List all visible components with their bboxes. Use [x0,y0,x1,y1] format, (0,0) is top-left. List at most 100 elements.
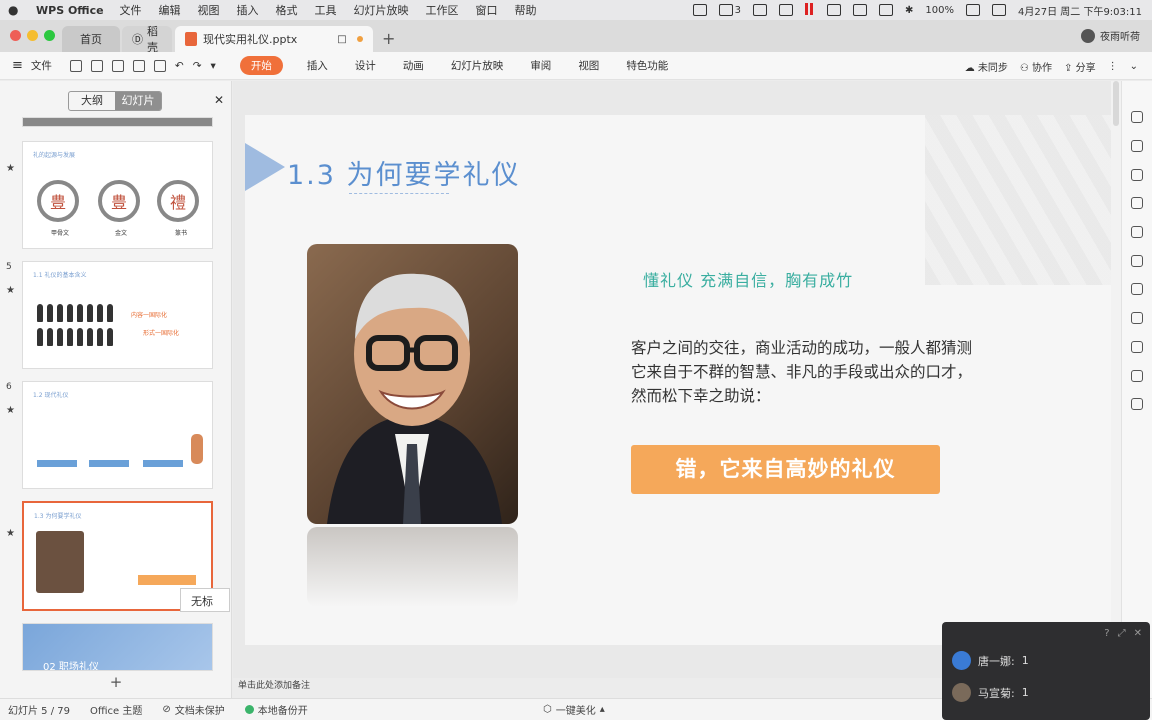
theme-name[interactable]: Office 主题 [90,702,142,717]
tab-home[interactable]: 首页 [62,26,120,52]
new-tab-button[interactable]: + [382,29,395,48]
dropdown-icon[interactable]: ▾ [211,60,216,72]
slide-canvas[interactable]: 1.3 为何要学礼仪 懂礼仪 充满自信，胸有成竹 客户之间的交往，商业活动的成功… [233,81,1111,678]
menu-insert[interactable]: 插入 [237,2,259,18]
preview-icon[interactable] [153,59,166,72]
redo-icon[interactable]: ↷ [193,60,202,72]
protect-status[interactable]: ⊘ 文档未保护 [162,702,224,717]
backup-status[interactable]: 本地备份开 [244,702,308,717]
template-icon[interactable] [1131,197,1143,209]
tab-animation[interactable]: 动画 [403,58,424,73]
file-menu[interactable]: 文件 [31,58,52,73]
menu-file[interactable]: 文件 [120,2,142,18]
volume-icon[interactable] [853,4,868,16]
collab-button[interactable]: ⚇ 协作 [1020,59,1052,74]
menu-slideshow[interactable]: 幻灯片放映 [354,2,409,18]
tab-docer[interactable]: Ⓓ 稻壳 [122,25,172,54]
minimize-window-icon[interactable] [27,30,38,41]
history-icon[interactable] [1131,312,1143,324]
settings-icon[interactable] [1131,283,1143,295]
format-icon[interactable] [1131,398,1143,410]
more-icon[interactable]: ⋮ [1108,61,1118,72]
slide-subtitle[interactable]: 懂礼仪 充满自信，胸有成竹 [643,267,853,291]
slide-title[interactable]: 1.3 为何要学礼仪 [287,153,521,192]
pin-icon[interactable] [1131,255,1143,267]
vertical-scrollbar[interactable] [1111,81,1121,678]
tab-slides[interactable]: 幻灯片 [115,92,161,110]
tab-special[interactable]: 特色功能 [626,58,668,73]
layers-icon[interactable] [1131,226,1143,238]
thumb-circle: 豊 [98,180,140,222]
battery-text[interactable]: 100% [925,5,954,16]
fill-icon[interactable] [1131,169,1143,181]
open-icon[interactable] [69,59,82,72]
tab-document[interactable]: 现代实用礼仪.pptx □ [175,26,373,52]
close-window-icon[interactable] [10,30,21,41]
chat-entry: 唐一娜: 1 [952,651,1029,670]
wps-tray-icon[interactable] [692,4,707,16]
close-panel-icon[interactable]: ✕ [214,93,224,107]
input-method-icon[interactable] [879,4,894,16]
cube-icon[interactable] [1131,370,1143,382]
tab-review[interactable]: 审阅 [530,58,551,73]
notification-badge[interactable]: 3 [718,4,741,16]
menu-window[interactable]: 窗口 [476,2,498,18]
beautify-button[interactable]: ⬡ 一键美化 ▴ [543,702,605,717]
menu-format[interactable]: 格式 [276,2,298,18]
thumb-caption: 篆书 [175,230,188,237]
undo-icon[interactable]: ↶ [175,60,184,72]
slide-body-text[interactable]: 客户之间的交往，商业活动的成功，一般人都猜测它来自于不群的智慧、非凡的手段或出众… [631,336,976,408]
close-icon[interactable]: ✕ [1134,628,1142,639]
image-icon[interactable] [1131,341,1143,353]
menu-edit[interactable]: 编辑 [159,2,181,18]
menu-workspace[interactable]: 工作区 [426,2,459,18]
slide-thumbnail-3[interactable]: 礼的起源与发展 豊 豊 禮 甲骨文 金文 篆书 [22,141,213,249]
help-icon[interactable]: ? [1104,628,1109,639]
tab-start[interactable]: 开始 [239,56,283,75]
user-account[interactable]: 夜雨听荷 [1081,28,1140,43]
bluetooth-icon[interactable]: ✱ [905,5,913,16]
wifi-icon[interactable] [966,4,980,16]
scroll-thumb[interactable] [1113,81,1119,126]
share-button[interactable]: ⇪ 分享 [1064,59,1096,74]
expand-icon[interactable]: ⤢ [1118,628,1126,639]
add-slide-button[interactable]: + [98,675,134,691]
slide-thumbnail-section[interactable]: 02 职场礼仪 [22,623,213,671]
cloud-icon[interactable] [779,4,794,16]
hamburger-icon[interactable]: ≡ [12,58,23,73]
tab-slideshow[interactable]: 幻灯片放映 [451,58,504,73]
cartoon-figure [191,434,203,464]
tab-view[interactable]: 视图 [578,58,599,73]
docer-icon: Ⓓ [132,33,143,46]
tab-home-label: 首页 [80,33,102,46]
menu-view[interactable]: 视图 [198,2,220,18]
collapse-ribbon-icon[interactable]: ⌄ [1130,61,1138,72]
thumb-title: 1.2 现代礼仪 [33,392,69,399]
warning-icon[interactable] [753,4,768,16]
tab-outline[interactable]: 大纲 [69,92,115,110]
slide-thumbnail-partial[interactable] [22,117,213,127]
screen-icon[interactable] [827,4,842,16]
tab-design[interactable]: 设计 [355,58,376,73]
slide-callout-box[interactable]: 错，它来自高妙的礼仪 [631,445,940,494]
menu-help[interactable]: 帮助 [515,2,537,18]
zoom-window-icon[interactable] [44,30,55,41]
clock[interactable]: 4月27日 周二 下午9:03:11 [1018,3,1142,18]
control-center-icon[interactable] [992,4,1006,16]
window-icon[interactable]: □ [337,34,346,45]
slide-thumbnail-5[interactable]: 1.2 现代礼仪 [22,381,213,489]
export-icon[interactable] [132,59,145,72]
recording-icon[interactable] [805,2,815,18]
print-icon[interactable] [111,59,124,72]
save-icon[interactable] [90,59,103,72]
current-slide[interactable]: 1.3 为何要学礼仪 懂礼仪 充满自信，胸有成竹 客户之间的交往，商业活动的成功… [245,115,1111,645]
portrait-photo[interactable] [307,244,518,524]
tab-insert[interactable]: 插入 [307,58,328,73]
sync-button[interactable]: ☁ 未同步 [965,59,1008,74]
properties-icon[interactable] [1131,111,1143,123]
shape-icon[interactable] [1131,140,1143,152]
apple-icon[interactable]: ● [8,3,22,17]
app-name[interactable]: WPS Office [36,4,104,17]
menu-tools[interactable]: 工具 [315,2,337,18]
slide-thumbnail-4[interactable]: 1.1 礼仪的基本含义 内容一国际化 形式一国际化 [22,261,213,369]
